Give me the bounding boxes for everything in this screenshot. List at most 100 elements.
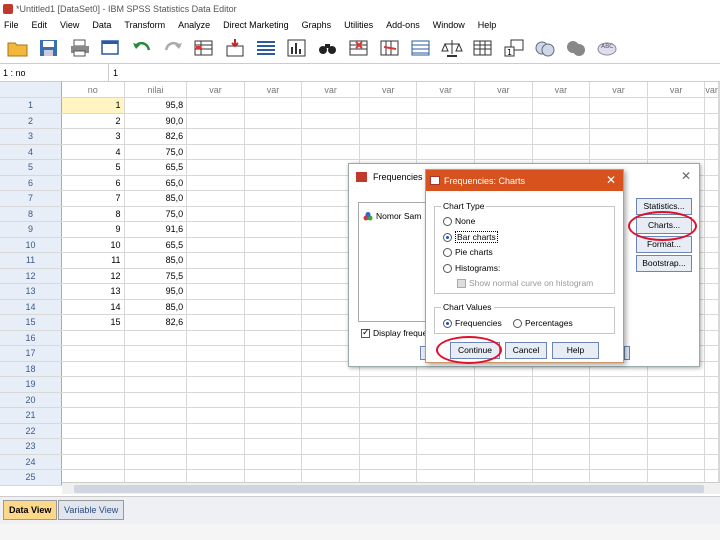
cancel-button[interactable]: Cancel <box>505 342 547 359</box>
data-cell[interactable] <box>704 361 719 377</box>
data-cell[interactable] <box>359 407 418 424</box>
data-cell[interactable]: 75,0 <box>124 206 188 222</box>
data-cell[interactable]: 2 <box>61 113 125 129</box>
data-cell[interactable] <box>532 392 591 408</box>
data-cell[interactable] <box>124 345 188 362</box>
data-cell[interactable] <box>186 361 245 377</box>
data-cell[interactable] <box>704 392 719 408</box>
close-icon[interactable]: ✕ <box>681 169 691 183</box>
row-number[interactable]: 23 <box>0 438 63 455</box>
data-cell[interactable] <box>244 423 303 439</box>
data-cell[interactable] <box>186 128 245 145</box>
data-cell[interactable] <box>301 423 360 439</box>
data-cell[interactable] <box>647 423 706 439</box>
data-cell[interactable] <box>589 128 648 145</box>
data-cell[interactable] <box>61 407 125 424</box>
display-tables-checkbox[interactable]: Display freque <box>361 327 427 338</box>
scrollbar-thumb[interactable] <box>74 485 704 493</box>
data-cell[interactable] <box>704 144 719 160</box>
data-cell[interactable] <box>61 361 125 377</box>
radio-histograms[interactable]: Histograms: <box>443 263 500 273</box>
data-cell[interactable] <box>124 330 188 346</box>
print-icon[interactable] <box>68 37 92 59</box>
data-cell[interactable] <box>186 268 245 284</box>
data-cell[interactable] <box>416 128 476 145</box>
row-number[interactable]: 10 <box>0 237 63 253</box>
data-cell[interactable] <box>244 159 303 176</box>
goto-case-icon[interactable] <box>192 37 216 59</box>
row-number[interactable]: 2 <box>0 113 63 129</box>
data-cell[interactable] <box>704 159 719 176</box>
data-cell[interactable] <box>244 299 303 315</box>
data-cell[interactable] <box>244 190 303 207</box>
menu-direct-marketing[interactable]: Direct Marketing <box>223 20 289 30</box>
data-cell[interactable] <box>704 237 719 253</box>
data-cell[interactable] <box>704 345 719 362</box>
data-cell[interactable] <box>647 113 706 129</box>
data-cell[interactable] <box>359 438 418 455</box>
data-cell[interactable]: 4 <box>61 144 125 160</box>
data-cell[interactable] <box>301 97 360 114</box>
data-cell[interactable] <box>704 252 719 269</box>
data-cell[interactable] <box>244 268 303 284</box>
data-cell[interactable] <box>301 144 360 160</box>
find-icon[interactable] <box>316 37 340 59</box>
data-cell[interactable] <box>186 376 245 393</box>
data-cell[interactable] <box>704 299 719 315</box>
show-all-variables-icon[interactable] <box>564 37 588 59</box>
data-cell[interactable] <box>704 221 719 238</box>
data-cell[interactable] <box>244 113 303 129</box>
data-cell[interactable]: 15 <box>61 314 125 331</box>
data-cell[interactable]: 9 <box>61 221 125 238</box>
data-cell[interactable] <box>704 175 719 191</box>
data-cell[interactable] <box>186 190 245 207</box>
row-number[interactable]: 7 <box>0 190 63 207</box>
close-icon[interactable]: ✕ <box>606 173 616 187</box>
insert-cases-icon[interactable] <box>347 37 371 59</box>
data-cell[interactable] <box>589 407 648 424</box>
data-cell[interactable] <box>532 144 591 160</box>
data-cell[interactable] <box>61 454 125 470</box>
statistics-button[interactable]: Statistics... <box>636 198 692 215</box>
data-cell[interactable] <box>359 392 418 408</box>
data-cell[interactable] <box>301 454 360 470</box>
data-cell[interactable] <box>186 314 245 331</box>
data-cell[interactable] <box>301 407 360 424</box>
menu-transform[interactable]: Transform <box>124 20 165 30</box>
data-cell[interactable] <box>186 159 245 176</box>
data-cell[interactable]: 85,0 <box>124 299 188 315</box>
data-cell[interactable] <box>61 392 125 408</box>
data-cell[interactable] <box>244 392 303 408</box>
data-cell[interactable] <box>416 392 476 408</box>
menu-add-ons[interactable]: Add-ons <box>386 20 420 30</box>
variables-icon[interactable] <box>254 37 278 59</box>
data-cell[interactable] <box>301 438 360 455</box>
data-cell[interactable]: 5 <box>61 159 125 176</box>
data-cell[interactable] <box>474 97 533 114</box>
row-number[interactable]: 14 <box>0 299 63 315</box>
data-cell[interactable] <box>704 423 719 439</box>
row-number[interactable]: 25 <box>0 469 63 486</box>
dialog-recall-icon[interactable] <box>99 37 123 59</box>
data-cell[interactable] <box>124 407 188 424</box>
column-header[interactable]: no <box>61 82 125 98</box>
redo-icon[interactable] <box>161 37 185 59</box>
data-cell[interactable] <box>244 128 303 145</box>
data-cell[interactable] <box>244 237 303 253</box>
data-cell[interactable] <box>474 376 533 393</box>
data-cell[interactable] <box>244 407 303 424</box>
row-number[interactable]: 8 <box>0 206 63 222</box>
grid-corner[interactable] <box>0 82 63 98</box>
data-cell[interactable]: 82,6 <box>124 128 188 145</box>
radio-pie-charts[interactable]: Pie charts <box>443 247 493 257</box>
column-header[interactable]: var <box>301 82 360 98</box>
data-cell[interactable]: 75,0 <box>124 144 188 160</box>
data-cell[interactable]: 95,0 <box>124 283 188 300</box>
data-cell[interactable] <box>416 438 476 455</box>
column-header[interactable]: var <box>589 82 648 98</box>
data-cell[interactable] <box>416 376 476 393</box>
data-cell[interactable] <box>474 438 533 455</box>
data-cell[interactable] <box>704 330 719 346</box>
data-cell[interactable] <box>186 454 245 470</box>
menu-file[interactable]: File <box>4 20 19 30</box>
